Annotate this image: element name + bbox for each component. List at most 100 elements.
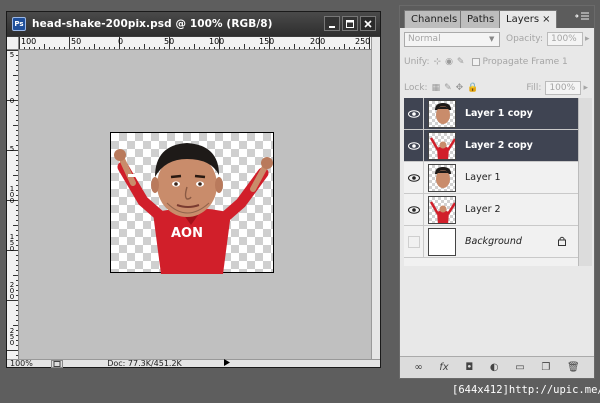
lock-transparency-icon[interactable]: ▦ (432, 83, 441, 93)
layer-name[interactable]: Background (465, 236, 522, 247)
status-menu-button[interactable] (51, 359, 63, 368)
ruler-label: 50 (164, 37, 175, 46)
ruler-label: 200 (310, 37, 326, 46)
panel-menu-button[interactable] (575, 12, 589, 24)
lock-icon (558, 236, 566, 249)
tab-label: Channels (411, 14, 458, 25)
close-tab-icon[interactable]: × (542, 14, 550, 25)
new-layer-icon[interactable]: ❐ (541, 362, 550, 373)
ruler-label: 2 0 0 (9, 281, 15, 301)
close-icon (364, 19, 372, 28)
visibility-toggle[interactable] (404, 161, 424, 194)
ruler-label: 0 (118, 37, 124, 46)
panel-menu-icon (575, 12, 589, 20)
layer-row[interactable]: Background (404, 225, 578, 258)
layer-thumbnail (428, 227, 456, 256)
maximize-icon (346, 19, 354, 28)
document-size: Doc: 77.3K/451.2K (107, 359, 182, 368)
layer-thumbnail (428, 99, 456, 128)
ruler-label: 5 (9, 145, 15, 153)
layer-thumbnail (428, 163, 456, 192)
chevron-right-icon[interactable]: ▸ (583, 83, 588, 93)
layers-panel: Channels Paths Layers × Normal ▼ Opacity:… (399, 5, 595, 379)
visibility-toggle[interactable] (404, 225, 424, 258)
ruler-label: 1 5 0 (9, 233, 15, 253)
minimize-icon (329, 25, 335, 28)
canvas-area[interactable]: AON (19, 50, 371, 359)
padlock-icon (558, 236, 566, 246)
blend-mode-value: Normal (408, 34, 441, 44)
document-window: Ps head-shake-200pix.psd @ 100% (RGB/8) … (6, 11, 381, 368)
eye-icon (407, 205, 420, 214)
chevron-right-icon[interactable]: ▸ (585, 34, 590, 44)
panel-tabs: Channels Paths Layers × (400, 6, 594, 28)
document-title-bar[interactable]: Ps head-shake-200pix.psd @ 100% (RGB/8) (7, 12, 380, 36)
tab-label: Paths (467, 14, 495, 25)
opacity-value: 100% (551, 34, 577, 44)
layer-name[interactable]: Layer 2 (465, 204, 501, 215)
opacity-label: Opacity: (506, 34, 543, 44)
layer-row[interactable]: Layer 1 copy (404, 97, 578, 130)
layer-row[interactable]: Layer 1 (404, 161, 578, 194)
vertical-scrollbar[interactable] (371, 37, 380, 359)
layer-row[interactable]: Layer 2 copy (404, 129, 578, 162)
zoom-level[interactable]: 100% (7, 359, 51, 368)
close-button[interactable] (360, 16, 376, 31)
layer-row[interactable]: Layer 2 (404, 193, 578, 226)
head-thumbnail-icon (435, 102, 451, 124)
ruler-label: 150 (259, 37, 275, 46)
unify-visibility-icon[interactable]: ◉ (445, 57, 453, 67)
document-title: head-shake-200pix.psd @ 100% (RGB/8) (32, 18, 273, 30)
horizontal-ruler[interactable]: 100 50 0 50 100 150 200 250 (19, 37, 371, 50)
delete-layer-icon[interactable]: 🗑 (567, 362, 580, 373)
lock-all-icon[interactable]: 🔒 (467, 83, 478, 93)
ruler-origin[interactable] (7, 37, 19, 50)
hidden-visibility-box (407, 235, 420, 248)
layer-name[interactable]: Layer 2 copy (465, 140, 533, 151)
fill-field[interactable]: 100% (545, 81, 582, 95)
tab-layers[interactable]: Layers × (499, 10, 558, 28)
tab-channels[interactable]: Channels (404, 10, 465, 28)
maximize-button[interactable] (342, 16, 358, 31)
add-mask-icon[interactable]: ◘ (465, 362, 473, 373)
image-canvas[interactable]: AON (110, 132, 274, 274)
unify-position-icon[interactable]: ⊹ (434, 57, 442, 67)
layer-style-icon[interactable]: fx (439, 362, 448, 373)
propagate-checkbox[interactable] (472, 58, 481, 66)
ruler-label: 50 (71, 37, 82, 46)
link-layers-icon[interactable]: ∞ (414, 362, 422, 373)
opacity-field[interactable]: 100% (547, 32, 583, 46)
ruler-label: 5 (9, 51, 15, 59)
chevron-down-icon: ▼ (489, 35, 495, 43)
tab-paths[interactable]: Paths (460, 10, 502, 28)
window-controls (324, 16, 376, 31)
lock-move-icon[interactable]: ✥ (456, 83, 464, 93)
lock-brush-icon[interactable]: ✎ (444, 83, 452, 93)
layer-name[interactable]: Layer 1 copy (465, 108, 533, 119)
document-info-icon (53, 360, 61, 367)
ruler-label: 100 (21, 37, 37, 46)
eye-icon (407, 173, 420, 182)
minimize-button[interactable] (324, 16, 340, 31)
body-thumbnail-icon (429, 200, 455, 223)
visibility-toggle[interactable] (404, 129, 424, 162)
vertical-ruler[interactable]: 5 0 5 1 0 0 1 5 0 2 0 0 2 5 0 (7, 50, 19, 359)
ruler-label: 250 (355, 37, 371, 46)
ruler-label: 1 0 0 (9, 185, 15, 205)
unify-style-icon[interactable]: ✎ (457, 57, 465, 67)
propagate-label: Propagate Frame 1 (482, 57, 568, 67)
visibility-toggle[interactable] (404, 97, 424, 130)
lock-label: Lock: (404, 83, 428, 93)
status-arrow-button[interactable] (222, 359, 232, 368)
layers-scrollbar[interactable] (578, 98, 592, 266)
blend-opacity-row: Normal ▼ Opacity: 100% ▸ (404, 30, 592, 48)
eye-icon (407, 109, 420, 118)
status-bar: 100% Doc: 77.3K/451.2K (7, 359, 380, 368)
ruler-label: 0 (9, 97, 15, 105)
layer-name[interactable]: Layer 1 (465, 172, 501, 183)
visibility-toggle[interactable] (404, 193, 424, 226)
blend-mode-select[interactable]: Normal ▼ (404, 31, 500, 47)
body-thumbnail-icon (429, 136, 455, 159)
adjustment-layer-icon[interactable]: ◐ (490, 362, 499, 373)
new-group-icon[interactable]: ▭ (515, 362, 524, 373)
